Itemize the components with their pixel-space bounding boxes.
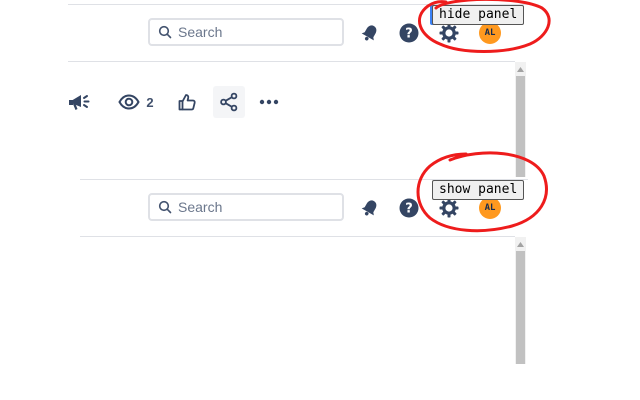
settings-gear-icon[interactable] xyxy=(438,22,460,44)
svg-text:?: ? xyxy=(405,202,413,217)
top-panel-scrollbar[interactable] xyxy=(515,62,526,177)
scroll-thumb[interactable] xyxy=(516,251,525,364)
help-icon[interactable]: ? xyxy=(398,22,420,44)
eye-icon xyxy=(118,94,141,110)
search-icon xyxy=(158,25,172,39)
announcement-megaphone-icon[interactable] xyxy=(66,90,92,114)
watchers-count: 2 xyxy=(146,94,154,110)
watchers-button[interactable]: 2 xyxy=(114,90,158,114)
svg-text:?: ? xyxy=(405,27,413,42)
like-thumbs-up-icon[interactable] xyxy=(176,90,198,114)
notification-bell-icon[interactable] xyxy=(358,197,382,219)
search-icon xyxy=(158,200,172,214)
top-header-divider xyxy=(68,61,515,62)
top-user-avatar[interactable]: AL xyxy=(479,22,501,44)
top-search-input[interactable] xyxy=(178,24,328,40)
bottom-header-divider xyxy=(80,236,515,237)
more-actions-icon[interactable] xyxy=(256,90,282,114)
help-icon[interactable]: ? xyxy=(398,197,420,219)
scroll-thumb[interactable] xyxy=(516,76,525,177)
bottom-panel-scrollbar[interactable] xyxy=(515,237,526,364)
bottom-search-input[interactable] xyxy=(178,199,328,215)
top-search-box[interactable] xyxy=(148,18,344,46)
scroll-up-arrow-icon[interactable] xyxy=(515,239,526,249)
settings-gear-icon[interactable] xyxy=(438,197,460,219)
notification-bell-icon[interactable] xyxy=(358,22,382,44)
share-icon xyxy=(219,92,239,112)
hide-panel-tooltip: hide panel xyxy=(432,5,525,25)
show-panel-tooltip: show panel xyxy=(432,180,525,200)
share-button[interactable] xyxy=(213,86,245,118)
bottom-user-avatar[interactable]: AL xyxy=(479,197,501,219)
bottom-search-box[interactable] xyxy=(148,193,344,221)
scroll-up-arrow-icon[interactable] xyxy=(515,64,526,74)
